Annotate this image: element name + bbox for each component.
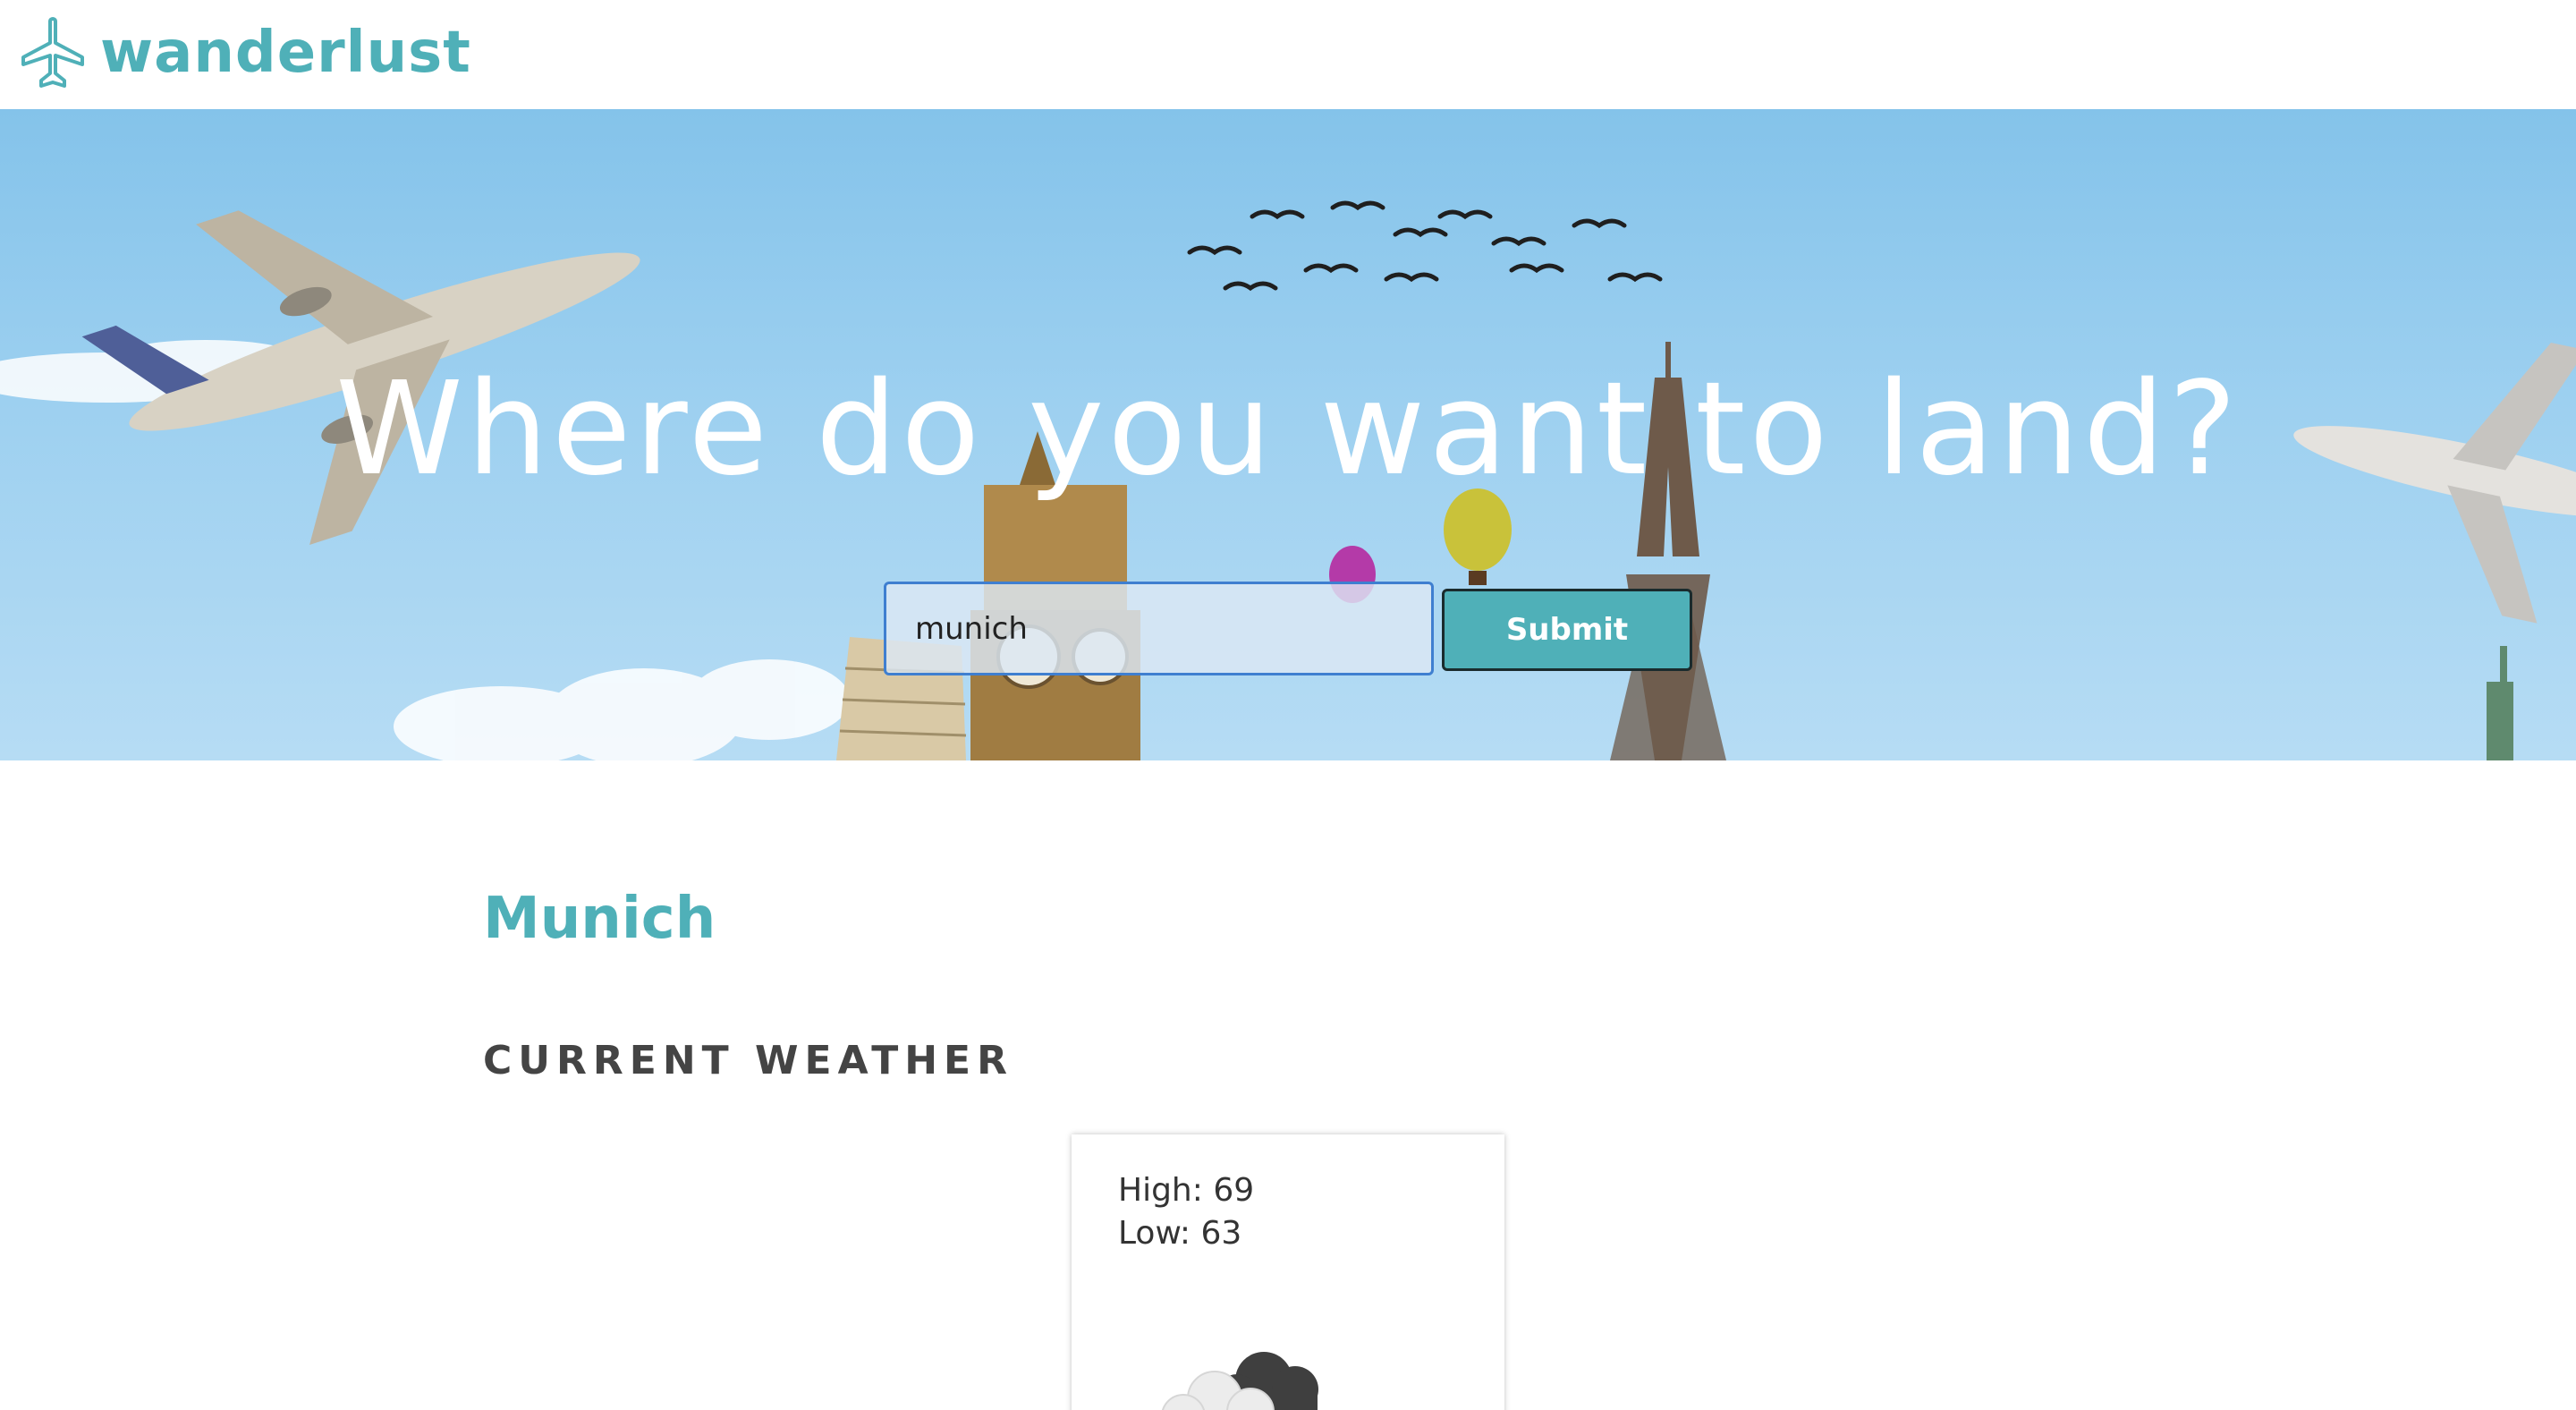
top-bar: wanderlust bbox=[0, 0, 2576, 109]
landmark-statue-of-liberty bbox=[2487, 646, 2513, 760]
brand-logo[interactable]: wanderlust bbox=[16, 13, 471, 93]
destination-search-input[interactable] bbox=[884, 582, 1434, 675]
hero-title: Where do you want to land? bbox=[335, 353, 2241, 504]
airplane-icon bbox=[21, 17, 84, 88]
current-weather-heading: CURRENT WEATHER bbox=[483, 1038, 1013, 1083]
city-name: Munich bbox=[483, 886, 716, 952]
brand-name: wanderlust bbox=[100, 20, 471, 86]
temperature-low: Low: 63 bbox=[1118, 1215, 1242, 1252]
submit-button[interactable]: Submit bbox=[1442, 589, 1692, 671]
hero-banner: Where do you want to land? Submit bbox=[0, 109, 2576, 760]
temperature-high: High: 69 bbox=[1118, 1172, 1255, 1209]
cloudy-icon bbox=[1162, 1352, 1318, 1410]
airplane-left bbox=[81, 210, 640, 546]
weather-card: High: 69 Low: 63 bbox=[1072, 1134, 1504, 1410]
